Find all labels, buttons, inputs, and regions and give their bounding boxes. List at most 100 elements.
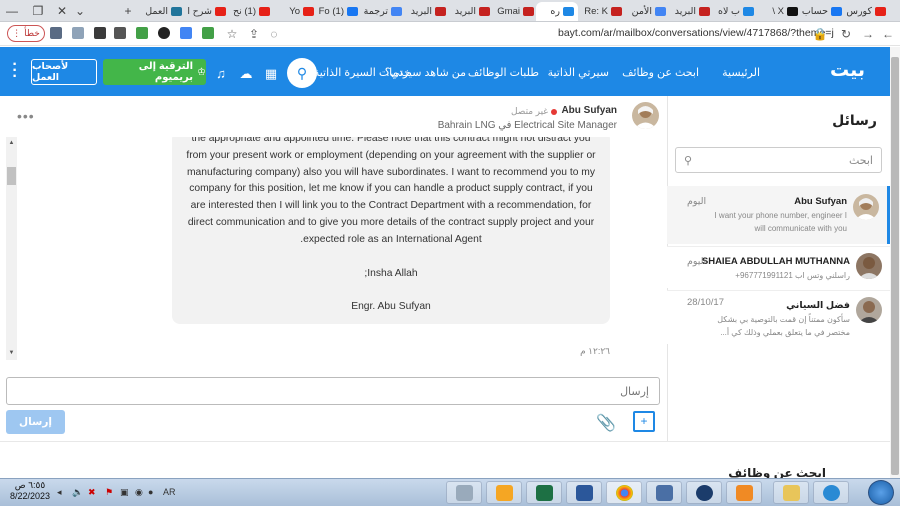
language-indicator[interactable]: AR [163, 487, 176, 497]
conversation-item[interactable]: فضل السياني 28/10/17 سأكون ممتناً إن قمت… [667, 290, 890, 344]
taskbar-app-excel[interactable] [526, 481, 562, 504]
message-input[interactable]: إرسال [6, 377, 660, 405]
menu-dots-icon[interactable]: · · · [10, 57, 20, 85]
tab-favicon-icon [347, 7, 358, 16]
taskbar-app-network[interactable] [646, 481, 682, 504]
crown-icon: ♔ [197, 66, 206, 78]
bell-icon[interactable]: ♫ [213, 66, 229, 81]
taskbar-app-explorer[interactable] [773, 481, 809, 504]
browser-tab[interactable]: الأمن [624, 2, 666, 21]
reload-icon[interactable]: ↻ [838, 26, 854, 42]
conversation-item[interactable]: SHAIEA ABDULLAH MUTHANNA اليوم راسلني وت… [667, 246, 890, 288]
browser-tab[interactable]: Yo [272, 2, 314, 21]
more-options-icon[interactable]: ••• [17, 108, 35, 124]
browser-tab[interactable]: X \ [756, 2, 798, 21]
conversation-search-input[interactable]: ابحث ⚲ [675, 147, 882, 173]
nav-link-applications[interactable]: طلبات الوظائف [468, 66, 539, 79]
tab-label: البريد [410, 6, 432, 17]
browser-tab[interactable]: البريد [404, 2, 446, 21]
browser-tab[interactable]: شرح ا [184, 2, 226, 21]
tab-search-icon[interactable]: ⌄ [72, 3, 88, 19]
browser-tab[interactable]: Re: K [580, 2, 622, 21]
browser-tab[interactable]: ره [536, 2, 578, 21]
lock-icon[interactable]: 🔒 [812, 26, 828, 42]
eye-off-icon[interactable]: ◌ [266, 26, 282, 42]
new-tab-icon[interactable]: + [120, 3, 136, 19]
taskbar-app-ie[interactable] [813, 481, 849, 504]
browser-tab[interactable]: Gmai [492, 2, 534, 21]
url-field[interactable]: bayt.com/ar/mailbox/conversations/view/4… [558, 27, 834, 39]
search-icon: ⚲ [684, 154, 693, 167]
tab-label: ب لاه [718, 6, 740, 17]
taskbar-app-tools[interactable] [446, 481, 482, 504]
nav-link-search-jobs[interactable]: ابحث عن وظائف [622, 66, 699, 79]
conversation-item[interactable]: Abu Sufyan اليوم I want your phone numbe… [667, 186, 890, 244]
forward-icon[interactable]: → [860, 26, 876, 42]
close-icon[interactable]: ✕ [54, 3, 70, 19]
extension-icon[interactable] [50, 27, 62, 39]
page-scrollbar-thumb[interactable] [891, 57, 899, 475]
contact-name[interactable]: Abu Sufyan [561, 105, 617, 116]
nav-link-cv-services[interactable]: خدمات السيرة الذاتية [314, 66, 411, 79]
browser-tab[interactable]: العمل [140, 2, 182, 21]
extension-icon[interactable] [72, 27, 84, 39]
message-line: from your present work or employment (de… [186, 149, 596, 161]
conversation-preview: I want your phone number, engineer I wil… [714, 211, 847, 233]
message-bubble: the appropriate and appointed time. Plea… [172, 137, 610, 325]
taskbar-app-outlook[interactable] [486, 481, 522, 504]
translate-icon[interactable] [180, 27, 192, 39]
puzzle-icon[interactable] [114, 27, 126, 39]
download-icon[interactable] [202, 27, 214, 39]
bayt-logo[interactable]: بيت [830, 59, 865, 82]
browser-tab[interactable]: ب لاه [712, 2, 754, 21]
upgrade-premium-button[interactable]: ♔ الترقية إلى بريميوم [103, 59, 206, 85]
nav-link-my-cv[interactable]: سيرتي الذاتية [548, 66, 609, 79]
taskbar-app-chrome[interactable] [606, 481, 642, 504]
send-button[interactable]: إرسال [6, 410, 65, 434]
tab-favicon-icon [171, 7, 182, 16]
message-closing: Insha Allah; [364, 267, 418, 279]
network-icon[interactable]: ✖ [88, 487, 96, 498]
chat-icon[interactable]: ☁ [238, 66, 254, 82]
flag-icon[interactable]: ⚑ [105, 487, 113, 498]
browser-tab[interactable]: حساب [800, 2, 842, 21]
search-icon[interactable]: ⚲ [287, 58, 317, 88]
taskbar-app-player[interactable] [726, 481, 762, 504]
tab-label: (1) Fo [318, 6, 344, 17]
paperclip-icon[interactable]: 📎 [596, 413, 616, 433]
tray-icon[interactable]: ● [148, 487, 153, 497]
minimize-icon[interactable]: — [4, 3, 20, 19]
taskbar-app-word[interactable] [566, 481, 602, 504]
add-image-icon[interactable]: + [633, 411, 655, 432]
volume-icon[interactable]: 🔈 [72, 487, 83, 498]
apps-grid-icon[interactable]: ▦ [263, 66, 279, 82]
browser-tab[interactable]: (1) نح [228, 2, 270, 21]
start-button[interactable] [868, 480, 894, 505]
scroll-down-icon[interactable]: ▼ [7, 350, 16, 356]
tab-favicon-icon [391, 7, 402, 16]
nav-link-home[interactable]: الرئيسية [722, 66, 760, 79]
bookmark-star-icon[interactable]: ☆ [224, 26, 240, 42]
back-icon[interactable]: ← [880, 26, 896, 42]
extension-icon[interactable] [94, 27, 106, 39]
profile-error-button[interactable]: ⋮ خطأ [7, 25, 45, 42]
share-icon[interactable]: ⇪ [246, 26, 262, 42]
extension-icon[interactable] [158, 27, 170, 39]
tab-label: ره [550, 6, 560, 17]
taskbar-app-media[interactable] [686, 481, 722, 504]
message-thread[interactable]: the appropriate and appointed time. Plea… [6, 137, 662, 360]
scrollbar-thumb[interactable] [7, 167, 16, 185]
tray-icon[interactable]: ▣ [120, 487, 129, 498]
show-desktop-icon[interactable]: ◂ [57, 487, 62, 498]
employers-button[interactable]: لأصحاب العمل [31, 59, 97, 85]
browser-tab[interactable]: البريد [448, 2, 490, 21]
download-icon[interactable] [136, 27, 148, 39]
browser-tab[interactable]: كورس [844, 2, 886, 21]
scroll-up-icon[interactable]: ▲ [7, 140, 16, 146]
restore-icon[interactable]: ❐ [30, 3, 46, 19]
browser-tab[interactable]: البريد [668, 2, 710, 21]
browser-tab[interactable]: (1) Fo [316, 2, 358, 21]
browser-tab[interactable]: ترجمة [360, 2, 402, 21]
taskbar-clock[interactable]: ٦:٥٥ ص 8/22/2023 [10, 480, 50, 502]
tray-icon[interactable]: ◉ [135, 487, 143, 498]
